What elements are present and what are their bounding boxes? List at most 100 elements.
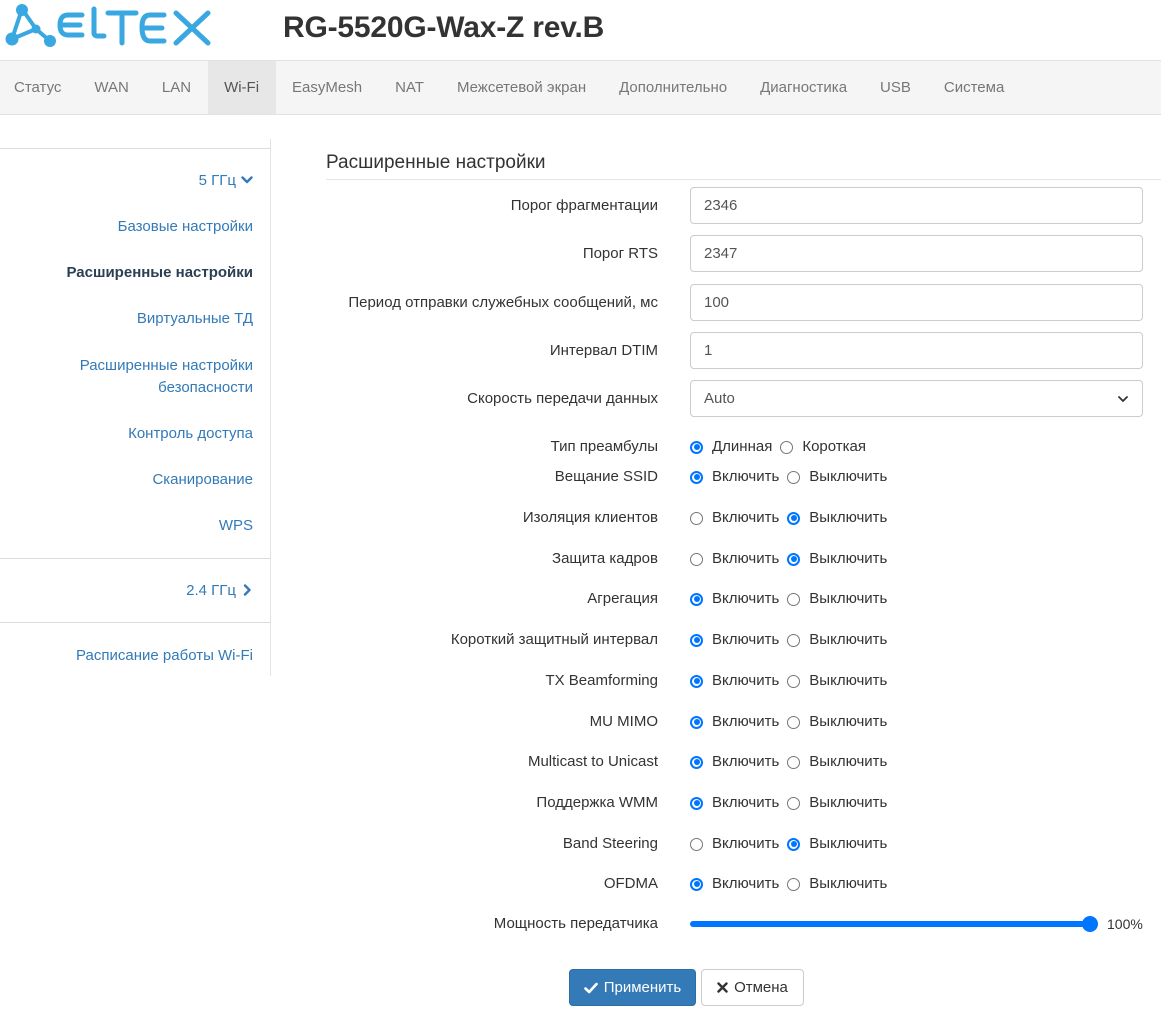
data-rate-select[interactable]: Auto — [690, 380, 1143, 417]
nav-advanced[interactable]: Дополнительно — [603, 61, 744, 114]
option-on-radio[interactable] — [690, 755, 703, 769]
option-on-choice[interactable]: Включить — [690, 671, 779, 691]
option-off-radio[interactable] — [787, 592, 801, 606]
option-on-choice[interactable]: Включить — [690, 508, 779, 528]
option-off-choice[interactable]: Выключить — [787, 671, 887, 691]
sidebar-item-basic[interactable]: Базовые настройки — [118, 216, 253, 238]
option-off-radio[interactable] — [787, 552, 801, 566]
option-on-choice[interactable]: Включить — [690, 589, 779, 609]
option-on-label: Включить — [712, 794, 780, 811]
option-on-choice[interactable]: Включить — [690, 752, 779, 772]
sidebar-item-security[interactable]: Расширенные настройки безопасности — [63, 355, 253, 399]
option-on-choice[interactable]: Включить — [690, 834, 779, 854]
option-off-choice[interactable]: Выключить — [787, 467, 887, 487]
option-on-radio[interactable] — [690, 592, 703, 606]
preamble-long-option[interactable]: Длинная — [690, 437, 772, 457]
option-off-choice[interactable]: Выключить — [787, 793, 887, 813]
nav-wan[interactable]: WAN — [78, 61, 145, 114]
option-on-choice[interactable]: Включить — [690, 467, 779, 487]
option-radio-group: Включить Выключить — [690, 752, 895, 772]
nav-firewall[interactable]: Межсетевой экран — [440, 61, 602, 114]
nav-wifi[interactable]: Wi-Fi — [207, 61, 276, 114]
nav-system[interactable]: Система — [927, 61, 1020, 114]
option-on-choice[interactable]: Включить — [690, 712, 779, 732]
sidebar-item-advanced[interactable]: Расширенные настройки — [66, 262, 253, 284]
option-label: Поддержка WMM — [536, 794, 658, 811]
sidebar-divider — [0, 558, 270, 559]
preamble-radio-group: Длинная Короткая — [690, 437, 874, 457]
option-off-radio[interactable] — [787, 877, 801, 891]
option-off-radio[interactable] — [787, 715, 801, 729]
option-on-radio[interactable] — [690, 511, 703, 525]
option-off-choice[interactable]: Выключить — [787, 589, 887, 609]
option-off-choice[interactable]: Выключить — [787, 712, 887, 732]
option-on-radio[interactable] — [690, 796, 703, 810]
option-on-choice[interactable]: Включить — [690, 793, 779, 813]
option-on-label: Включить — [712, 672, 780, 689]
option-on-label: Включить — [712, 468, 780, 485]
option-off-radio[interactable] — [787, 796, 801, 810]
option-off-choice[interactable]: Выключить — [787, 834, 887, 854]
nav-easymesh[interactable]: EasyMesh — [276, 61, 379, 114]
option-off-radio[interactable] — [787, 674, 801, 688]
fragmentation-input[interactable]: 2346 — [690, 187, 1143, 224]
tx-power-slider-handle[interactable] — [1082, 916, 1098, 932]
option-on-radio[interactable] — [690, 674, 703, 688]
option-off-radio[interactable] — [787, 837, 801, 851]
option-off-radio[interactable] — [787, 633, 801, 647]
option-off-label: Выключить — [809, 753, 888, 770]
option-off-choice[interactable]: Выключить — [787, 630, 887, 650]
sidebar-item-access-control[interactable]: Контроль доступа — [128, 423, 253, 445]
option-on-choice[interactable]: Включить — [690, 874, 779, 894]
sidebar-item-virtual-ap[interactable]: Виртуальные ТД — [137, 308, 253, 330]
option-label: Вещание SSID — [554, 468, 658, 485]
nav-usb[interactable]: USB — [864, 61, 928, 114]
nav-status[interactable]: Статус — [0, 61, 78, 114]
sidebar-item-wps[interactable]: WPS — [219, 515, 253, 537]
option-on-radio[interactable] — [690, 715, 703, 729]
option-on-radio[interactable] — [690, 470, 703, 484]
option-label: Защита кадров — [552, 550, 658, 567]
nav-diagnostics[interactable]: Диагностика — [744, 61, 864, 114]
preamble-short-radio[interactable] — [780, 440, 794, 454]
option-on-choice[interactable]: Включить — [690, 549, 779, 569]
option-on-radio[interactable] — [690, 552, 703, 566]
option-off-radio[interactable] — [787, 511, 801, 525]
chevron-down-icon — [1118, 395, 1128, 402]
beacon-interval-input[interactable]: 100 — [690, 284, 1143, 321]
cancel-button[interactable]: Отмена — [701, 969, 804, 1006]
sidebar-group-24ghz[interactable]: 2.4 ГГц — [186, 580, 253, 602]
nav-nat[interactable]: NAT — [379, 61, 441, 114]
eltex-logo[interactable] — [4, 3, 216, 49]
option-off-label: Выключить — [809, 509, 888, 526]
option-on-choice[interactable]: Включить — [690, 630, 779, 650]
option-label: Band Steering — [562, 835, 658, 852]
preamble-short-option[interactable]: Короткая — [780, 437, 866, 457]
check-icon — [583, 982, 598, 993]
preamble-long-radio[interactable] — [690, 440, 703, 454]
option-off-radio[interactable] — [787, 755, 801, 769]
fragmentation-label: Порог фрагментации — [510, 197, 658, 214]
option-off-choice[interactable]: Выключить — [787, 874, 887, 894]
apply-button[interactable]: Применить — [569, 969, 696, 1006]
tx-power-slider[interactable] — [690, 916, 1098, 932]
option-off-choice[interactable]: Выключить — [787, 508, 887, 528]
sidebar-divider — [0, 148, 270, 149]
option-on-radio[interactable] — [690, 877, 703, 891]
option-off-choice[interactable]: Выключить — [787, 752, 887, 772]
option-off-choice[interactable]: Выключить — [787, 549, 887, 569]
nav-lan[interactable]: LAN — [145, 61, 207, 114]
rts-input[interactable]: 2347 — [690, 235, 1143, 272]
option-off-label: Выключить — [809, 590, 888, 607]
option-on-label: Включить — [712, 713, 780, 730]
sidebar-item-schedule[interactable]: Расписание работы Wi-Fi — [76, 645, 253, 667]
sidebar-item-scanning[interactable]: Сканирование — [152, 469, 253, 491]
option-on-radio[interactable] — [690, 633, 703, 647]
option-off-radio[interactable] — [787, 470, 801, 484]
dtim-input[interactable]: 1 — [690, 332, 1143, 369]
option-on-radio[interactable] — [690, 837, 703, 851]
sidebar-group-5ghz[interactable]: 5 ГГц — [199, 170, 253, 192]
option-off-label: Выключить — [809, 713, 888, 730]
sidebar-divider — [0, 622, 270, 623]
option-radio-group: Включить Выключить — [690, 874, 895, 894]
